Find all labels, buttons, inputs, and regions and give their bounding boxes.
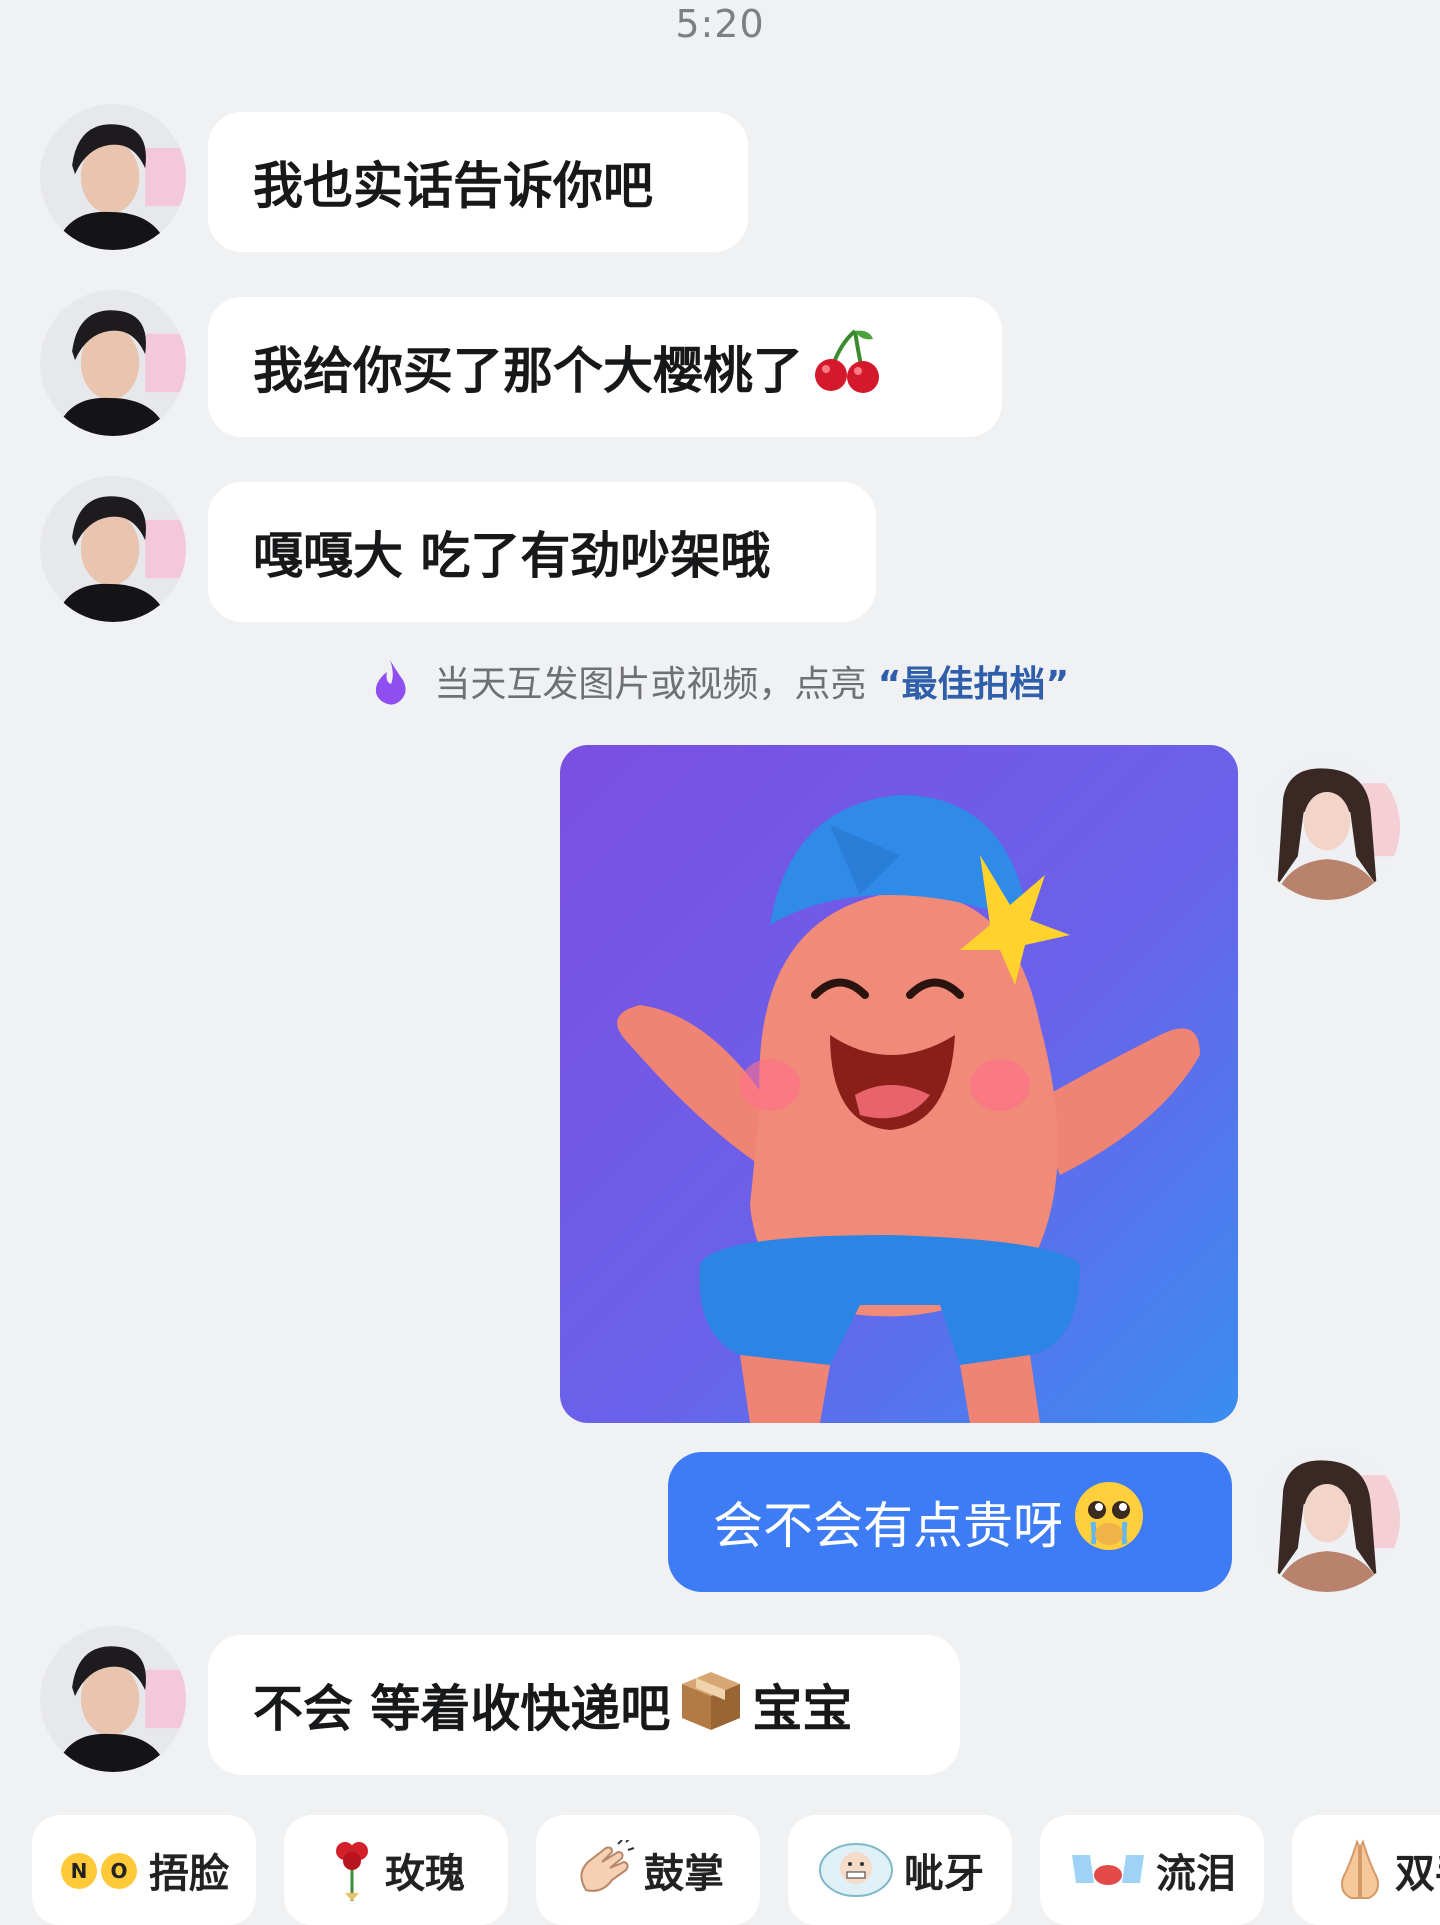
svg-text:N: N bbox=[71, 1859, 88, 1883]
purple-flame-icon bbox=[371, 658, 409, 715]
pleading-face-icon bbox=[1071, 1478, 1147, 1566]
quick-reply-chip[interactable]: 呲牙 bbox=[788, 1815, 1012, 1925]
best-partner-link[interactable]: “最佳拍档” bbox=[878, 664, 1069, 705]
notice-text: 当天互发图片或视频，点亮 bbox=[434, 664, 867, 705]
pray-icon bbox=[1333, 1838, 1387, 1902]
quick-reply-label: 流泪 bbox=[1156, 1851, 1236, 1897]
quick-reply-label: 双手 bbox=[1395, 1851, 1440, 1897]
quick-reply-label: 呲牙 bbox=[904, 1851, 984, 1897]
message-text: 我给你买了那个大樱桃了 bbox=[253, 342, 803, 400]
my-avatar[interactable] bbox=[1254, 754, 1400, 900]
best-partner-notice: 当天互发图片或视频，点亮 “最佳拍档” bbox=[0, 655, 1440, 715]
quick-reply-label: 捂脸 bbox=[149, 1851, 229, 1897]
no-hands-icon: N O bbox=[59, 1845, 141, 1895]
message-bubble-outgoing[interactable]: 会不会有点贵呀 bbox=[668, 1452, 1232, 1592]
rose-icon bbox=[327, 1835, 377, 1905]
message-bubble[interactable]: 不会 等着收快递吧 宝宝 bbox=[208, 1635, 960, 1775]
message-text: 宝宝 bbox=[752, 1680, 853, 1738]
contact-avatar[interactable] bbox=[40, 290, 186, 436]
quick-reply-chip[interactable]: N O 捂脸 bbox=[32, 1815, 256, 1925]
quick-reply-chip[interactable]: 双手 bbox=[1292, 1815, 1440, 1925]
contact-avatar[interactable] bbox=[40, 104, 186, 250]
contact-avatar[interactable] bbox=[40, 1626, 186, 1772]
message-bubble[interactable]: 我给你买了那个大樱桃了 bbox=[208, 297, 1002, 437]
message-text: 我也实话告诉你吧 bbox=[253, 157, 653, 215]
quick-reply-chip[interactable]: 鼓掌 bbox=[536, 1815, 760, 1925]
my-avatar[interactable] bbox=[1254, 1446, 1400, 1592]
cherry-icon bbox=[811, 325, 883, 409]
message-bubble[interactable]: 嘎嘎大 吃了有劲吵架哦 bbox=[208, 482, 876, 622]
contact-avatar[interactable] bbox=[40, 476, 186, 622]
quick-reply-chip[interactable]: 玫瑰 bbox=[284, 1815, 508, 1925]
grin-icon bbox=[816, 1840, 896, 1900]
quick-reply-chip[interactable]: 流泪 bbox=[1040, 1815, 1264, 1925]
message-text: 不会 等着收快递吧 bbox=[253, 1680, 671, 1738]
quick-reply-label: 鼓掌 bbox=[644, 1851, 724, 1897]
tears-icon bbox=[1068, 1845, 1148, 1895]
happy-pink-starfish-sticker[interactable] bbox=[560, 745, 1238, 1423]
quick-reaction-bar: N O 捂脸 玫瑰 鼓掌 呲牙 流泪 双 bbox=[32, 1815, 1440, 1925]
message-text: 会不会有点贵呀 bbox=[713, 1497, 1063, 1555]
svg-text:O: O bbox=[110, 1859, 127, 1883]
clap-icon bbox=[572, 1840, 636, 1900]
message-bubble[interactable]: 我也实话告诉你吧 bbox=[208, 112, 748, 252]
status-time: 5:20 bbox=[675, 2, 765, 46]
quick-reply-label: 玫瑰 bbox=[385, 1851, 465, 1897]
package-icon bbox=[676, 1664, 746, 1746]
message-text: 嘎嘎大 吃了有劲吵架哦 bbox=[253, 527, 771, 585]
